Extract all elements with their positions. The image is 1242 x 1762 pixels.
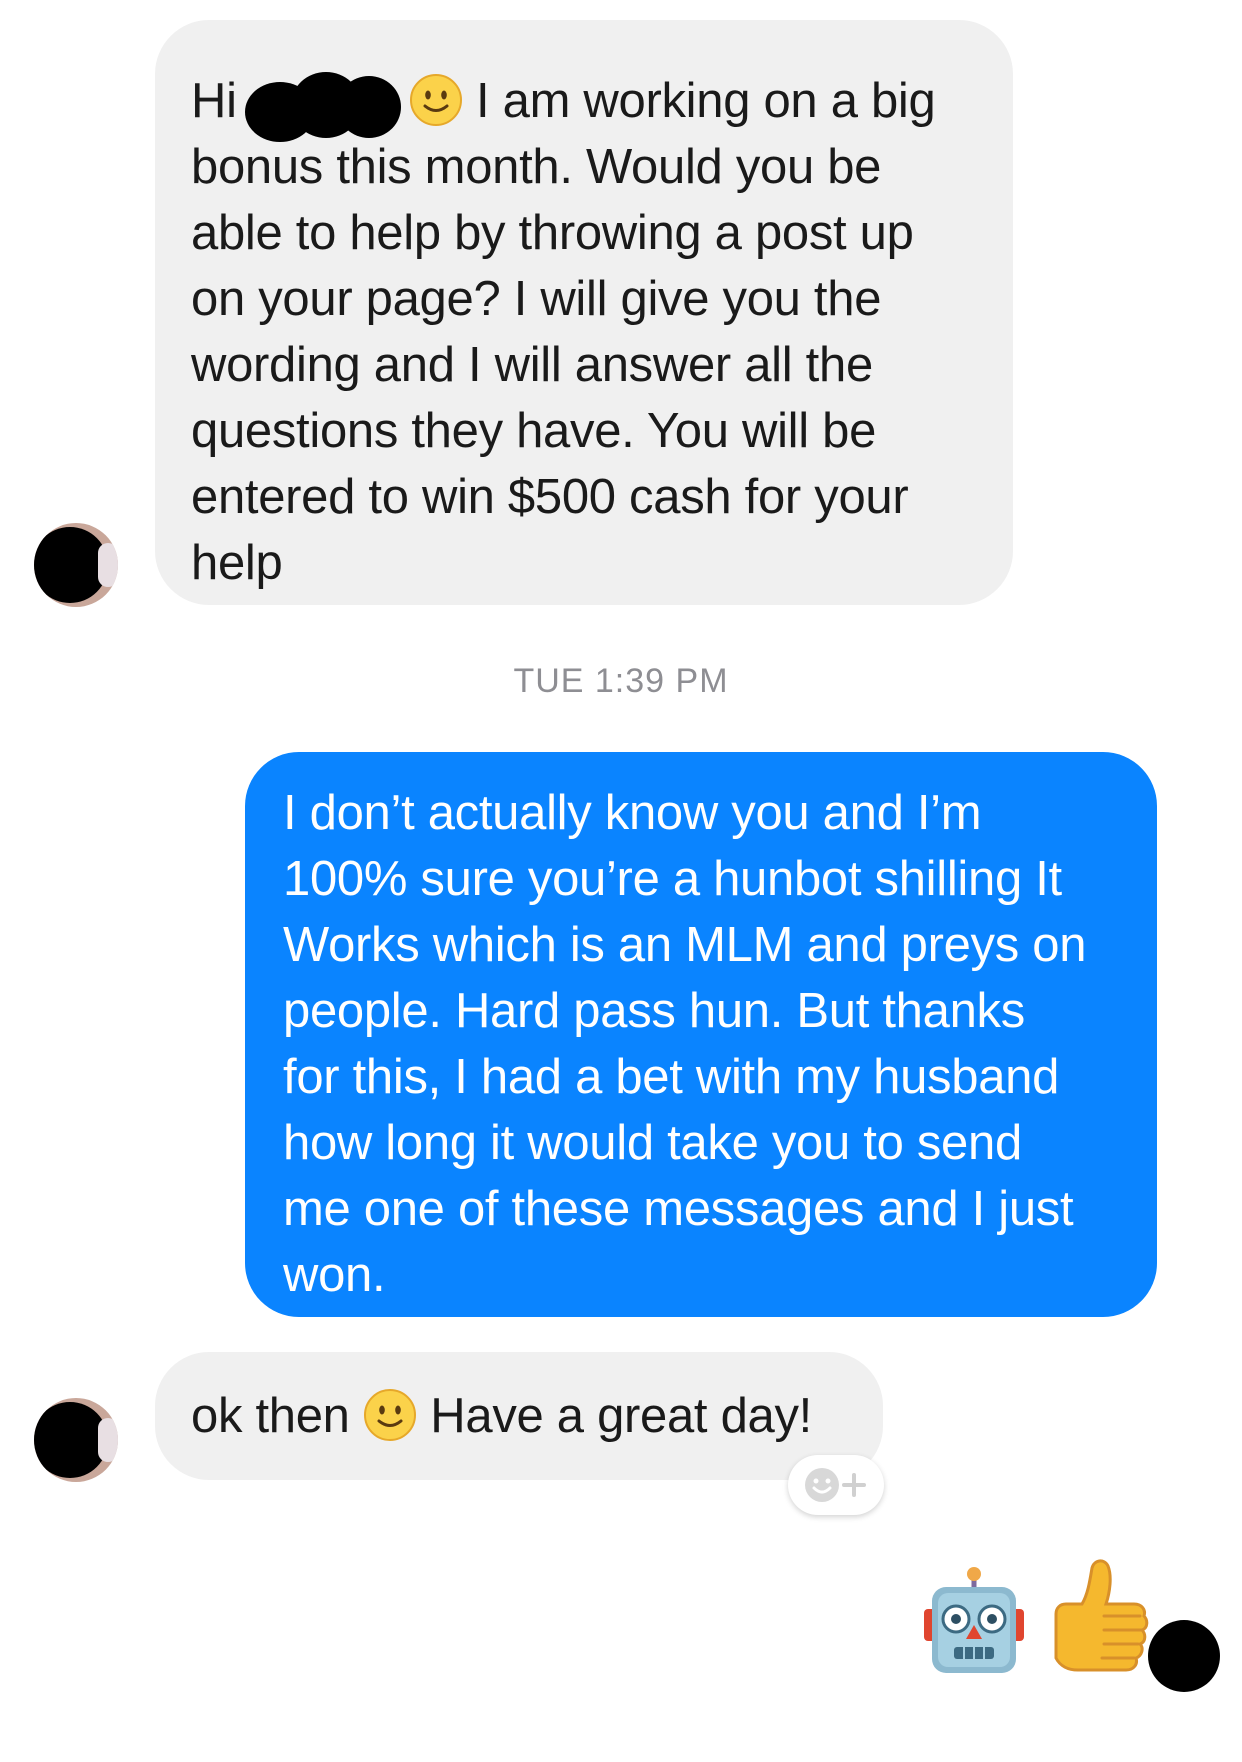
message-line: on your page? I will give you the xyxy=(191,272,882,326)
redaction-mark xyxy=(34,1402,108,1478)
thumbs-up-emoji xyxy=(1054,1559,1149,1672)
message-line: people. Hard pass hun. But thanks xyxy=(283,984,1025,1038)
message-line: I don’t actually know you and I’m xyxy=(283,786,982,840)
message-line: ok then Have a great day! xyxy=(191,1383,863,1449)
message-line: help xyxy=(191,536,283,590)
message-text: ok then xyxy=(191,1389,350,1443)
sender-avatar[interactable] xyxy=(34,523,118,607)
read-receipt-avatar xyxy=(1148,1620,1220,1692)
message-line: wording and I will answer all the xyxy=(191,338,873,392)
message-line: questions they have. You will be xyxy=(191,404,877,458)
incoming-message-bubble[interactable]: Hi I am working on a big bonus this mont… xyxy=(155,20,1013,605)
message-line: able to help by throwing a post up xyxy=(191,206,914,260)
slightly-smiling-face-emoji xyxy=(409,74,462,127)
greeting-text: Hi xyxy=(191,74,237,128)
message-line: me one of these messages and I just xyxy=(283,1182,1074,1236)
slightly-smiling-face-emoji xyxy=(363,1389,416,1442)
add-reaction-button[interactable] xyxy=(788,1455,884,1515)
redaction-mark xyxy=(34,527,108,603)
message-line: won. xyxy=(283,1248,386,1302)
robot-emoji xyxy=(924,1567,1024,1673)
add-reaction-icon xyxy=(805,1468,866,1502)
message-line: how long it would take you to send xyxy=(283,1116,1022,1170)
message-line: entered to win $500 cash for your xyxy=(191,470,909,524)
message-line: bonus this month. Would you be xyxy=(191,140,882,194)
outgoing-message-bubble[interactable]: I don’t actually know you and I’m 100% s… xyxy=(245,752,1157,1317)
message-line: 100% sure you’re a hunbot shilling It xyxy=(283,852,1062,906)
message-line: for this, I had a bet with my husband xyxy=(283,1050,1060,1104)
message-text: I am working on a big xyxy=(476,74,936,128)
message-line: Hi I am working on a big xyxy=(191,68,983,142)
redacted-name xyxy=(237,68,409,142)
message-timestamp: TUE 1:39 PM xyxy=(513,662,729,700)
message-text: Have a great day! xyxy=(430,1389,812,1443)
message-line: Works which is an MLM and preys on xyxy=(283,918,1087,972)
incoming-message-bubble[interactable]: ok then Have a great day! xyxy=(155,1352,883,1480)
sender-avatar[interactable] xyxy=(34,1398,118,1482)
